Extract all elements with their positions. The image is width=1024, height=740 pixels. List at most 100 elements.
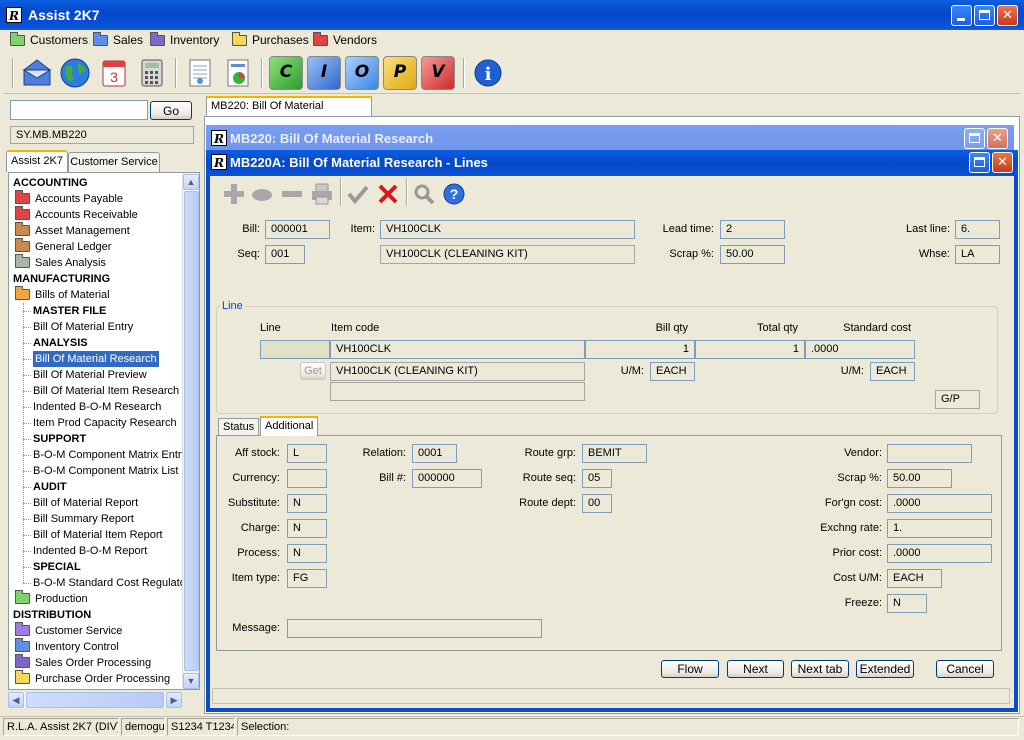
tree-item[interactable]: Item Prod Capacity Research (33, 415, 177, 431)
window2-maximize-button[interactable] (969, 152, 990, 173)
globe-icon[interactable] (58, 56, 92, 90)
vendor-field[interactable] (887, 444, 972, 463)
search-icon[interactable] (412, 182, 436, 206)
route-seq-field[interactable]: 05 (582, 469, 612, 488)
total-qty-field[interactable]: 1 (695, 340, 805, 359)
accept-icon[interactable] (346, 182, 370, 206)
calculator-icon[interactable] (135, 56, 169, 90)
menu-sales[interactable]: Sales (93, 32, 143, 50)
route-dept-field[interactable]: 00 (582, 494, 612, 513)
tree-folder[interactable]: Purchase Order Processing (15, 670, 170, 687)
substitute-field[interactable]: N (287, 494, 327, 513)
next-tab-button[interactable]: Next tab (791, 660, 849, 678)
charge-field[interactable]: N (287, 519, 327, 538)
o-icon[interactable]: O (345, 56, 379, 90)
route-grp-field[interactable]: BEMIT (582, 444, 647, 463)
menu-inventory[interactable]: Inventory (150, 32, 219, 50)
tree-item[interactable]: Bill Of Material Research (33, 351, 159, 367)
remove-icon[interactable] (280, 182, 304, 206)
tree-item[interactable]: B-O-M Component Matrix Entry (33, 447, 187, 463)
tree-folder[interactable]: Asset Management (15, 222, 130, 239)
get-button[interactable]: Get (300, 362, 326, 380)
tree-folder[interactable]: Production (15, 590, 88, 607)
menu-vendors[interactable]: Vendors (313, 32, 377, 50)
p-icon[interactable]: P (383, 56, 417, 90)
minimize-button[interactable] (951, 5, 972, 26)
tree-item[interactable]: Bill of Material Report (33, 495, 138, 511)
scroll-thumb[interactable] (184, 191, 199, 671)
notepad-icon[interactable] (183, 56, 217, 90)
scroll-up-button[interactable]: ▲ (183, 174, 199, 190)
tree-item[interactable]: Bill Of Material Item Research (33, 383, 179, 399)
extended-button[interactable]: Extended (856, 660, 914, 678)
line-item-code-field[interactable]: VH100CLK (330, 340, 585, 359)
message-field[interactable] (287, 619, 542, 638)
bill-field[interactable]: 000001 (265, 220, 330, 239)
tree-item[interactable]: Bill Of Material Preview (33, 367, 147, 383)
line-number-field[interactable] (260, 340, 330, 359)
menu-customers[interactable]: Customers (10, 32, 88, 50)
exchange-rate-field[interactable]: 1. (887, 519, 992, 538)
duplicate-icon[interactable] (250, 182, 274, 206)
scroll-down-button[interactable]: ▼ (183, 673, 199, 689)
tree-horizontal-scrollbar[interactable]: ◀ ▶ (8, 692, 182, 708)
window1-maximize-button[interactable] (964, 128, 985, 149)
mail-icon[interactable] (20, 56, 54, 90)
tab-assist-2k7[interactable]: Assist 2K7 (6, 150, 68, 172)
tab-customer-service[interactable]: Customer Service (68, 152, 160, 172)
help-icon[interactable]: ? (442, 182, 466, 206)
tree-folder[interactable]: Sales Analysis (15, 254, 106, 271)
i-icon[interactable]: I (307, 56, 341, 90)
seq-field[interactable]: 001 (265, 245, 305, 264)
tree-folder[interactable]: Customer Service (15, 622, 122, 639)
close-button[interactable]: ✕ (997, 5, 1018, 26)
c-icon[interactable]: C (269, 56, 303, 90)
standard-cost-field[interactable]: .0000 (805, 340, 915, 359)
tree-folder[interactable]: Accounts Receivable (15, 206, 138, 223)
scrap-field[interactable]: 50.00 (887, 469, 952, 488)
v-icon[interactable]: V (421, 56, 455, 90)
tab-status[interactable]: Status (218, 418, 260, 436)
tree-folder[interactable]: Inventory Control (15, 638, 119, 655)
menu-purchases[interactable]: Purchases (232, 32, 309, 50)
bill-qty-field[interactable]: 1 (585, 340, 695, 359)
calendar-icon[interactable]: 3 (97, 56, 131, 90)
tree-item[interactable]: Indented B-O-M Research (33, 399, 161, 415)
process-field[interactable]: N (287, 544, 327, 563)
foreign-cost-field[interactable]: .0000 (887, 494, 992, 513)
window2-close-button[interactable]: ✕ (992, 152, 1013, 173)
bill-number-field[interactable]: 000000 (412, 469, 482, 488)
scroll-right-button[interactable]: ▶ (166, 692, 182, 708)
lead-time-field[interactable]: 2 (720, 220, 785, 239)
maximize-button[interactable] (974, 5, 995, 26)
tree-folder[interactable]: Sales Order Processing (15, 654, 151, 671)
tree-item[interactable]: B-O-M Standard Cost Regulato (33, 575, 186, 591)
relation-field[interactable]: 0001 (412, 444, 457, 463)
tree-vertical-scrollbar[interactable]: ▲ ▼ (182, 173, 199, 689)
header-scrap-field[interactable]: 50.00 (720, 245, 785, 264)
tree-folder[interactable]: Accounts Payable (15, 190, 123, 207)
tree-item[interactable]: B-O-M Component Matrix List (33, 463, 178, 479)
flow-button[interactable]: Flow (661, 660, 719, 678)
cancel-icon[interactable] (376, 182, 400, 206)
item-type-field[interactable]: FG (287, 569, 327, 588)
prior-cost-field[interactable]: .0000 (887, 544, 992, 563)
report-icon[interactable] (221, 56, 255, 90)
add-icon[interactable] (222, 182, 246, 206)
tree-folder[interactable]: General Ledger (15, 238, 111, 255)
tree-item[interactable]: Bill Of Material Entry (33, 319, 133, 335)
aff-stock-field[interactable]: L (287, 444, 327, 463)
tree-item[interactable]: Indented B-O-M Report (33, 543, 147, 559)
go-button[interactable]: Go (150, 101, 192, 120)
print-icon[interactable] (310, 182, 334, 206)
window1-close-button[interactable]: ✕ (987, 128, 1008, 149)
tree-item[interactable]: Bill Summary Report (33, 511, 134, 527)
currency-field[interactable] (287, 469, 327, 488)
tree-item[interactable]: Bill of Material Item Report (33, 527, 163, 543)
scroll-left-button[interactable]: ◀ (8, 692, 24, 708)
freeze-field[interactable]: N (887, 594, 927, 613)
cost-um-field[interactable]: EACH (887, 569, 942, 588)
info-icon[interactable]: i (471, 56, 505, 90)
next-button[interactable]: Next (727, 660, 784, 678)
tab-additional[interactable]: Additional (260, 416, 319, 436)
